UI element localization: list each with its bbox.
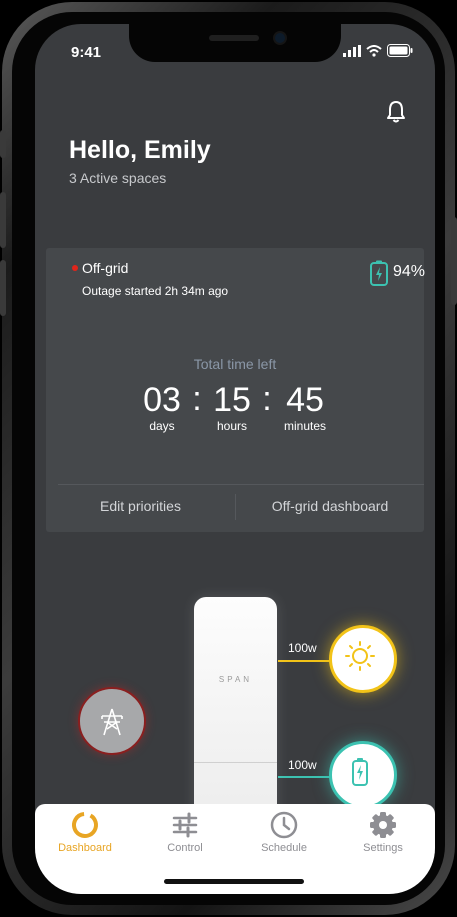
active-spaces-subtitle: 3 Active spaces [69, 170, 167, 186]
card-divider [58, 484, 424, 485]
solar-node[interactable] [329, 625, 397, 693]
outage-card: Off-grid Outage started 2h 34m ago 94% T… [46, 248, 426, 532]
solar-watts: 100w [288, 641, 317, 655]
greeting-title: Hello, Emily [69, 136, 211, 164]
tab-label: Settings [363, 842, 403, 854]
home-indicator[interactable] [164, 879, 304, 884]
colon-separator: : [192, 380, 202, 418]
volume-down-button [0, 260, 6, 316]
tab-control[interactable]: Control [140, 810, 230, 854]
battery-charging-icon [352, 758, 368, 786]
tab-label: Schedule [261, 842, 307, 854]
minutes-value: 45 [286, 381, 324, 419]
battery-node[interactable] [329, 741, 397, 809]
days-segment: 03 days [134, 381, 190, 433]
battery-watts: 100w [288, 758, 317, 772]
tab-settings[interactable]: Settings [338, 810, 428, 854]
notification-bell-icon[interactable] [385, 100, 407, 124]
sun-icon [345, 641, 375, 671]
colon-separator: : [262, 380, 272, 418]
days-value: 03 [143, 381, 181, 419]
solar-flow-line [278, 660, 330, 662]
panel-divider [194, 762, 277, 763]
outage-duration: Outage started 2h 34m ago [82, 284, 229, 298]
battery-charging-icon [370, 260, 388, 286]
hours-value: 15 [213, 381, 251, 419]
grid-node[interactable] [78, 687, 146, 755]
mute-switch [0, 130, 6, 158]
front-camera [275, 33, 285, 43]
power-button [451, 217, 457, 305]
power-tower-icon [101, 708, 123, 736]
hours-unit: hours [216, 419, 248, 433]
offgrid-status-dot [72, 265, 78, 271]
minutes-unit: minutes [283, 419, 327, 433]
offgrid-status: Off-grid [82, 260, 129, 276]
volume-up-button [0, 192, 6, 248]
total-time-label: Total time left [193, 356, 277, 372]
dashboard-ring-icon [72, 812, 98, 838]
minutes-segment: 45 minutes [274, 381, 336, 433]
edit-priorities-button[interactable]: Edit priorities [46, 498, 235, 514]
cellular-signal-icon [343, 44, 361, 57]
sliders-icon [172, 812, 198, 838]
offgrid-dashboard-button[interactable]: Off-grid dashboard [236, 498, 424, 514]
countdown-timer: 03 days : 15 hours : 45 minutes [46, 381, 424, 433]
tab-label: Dashboard [58, 842, 112, 854]
status-time: 9:41 [71, 44, 102, 61]
battery-status-icon [387, 44, 413, 57]
days-unit: days [149, 419, 175, 433]
app-screen: 9:41 Hello, Emily 3 Active spaces Off-gr… [35, 24, 435, 894]
status-icons [343, 44, 413, 57]
gear-icon [370, 812, 396, 838]
hours-segment: 15 hours [204, 381, 260, 433]
battery-flow-line [278, 776, 330, 778]
tab-dashboard[interactable]: Dashboard [40, 810, 130, 854]
span-panel-logo: SPAN [218, 675, 253, 684]
speaker-grille [209, 35, 259, 41]
clock-icon [270, 811, 298, 839]
tab-label: Control [167, 842, 203, 854]
wifi-icon [366, 44, 382, 57]
tab-schedule[interactable]: Schedule [239, 810, 329, 854]
notch [129, 24, 341, 62]
span-panel[interactable]: SPAN [194, 597, 277, 837]
battery-percent: 94% [393, 263, 426, 280]
